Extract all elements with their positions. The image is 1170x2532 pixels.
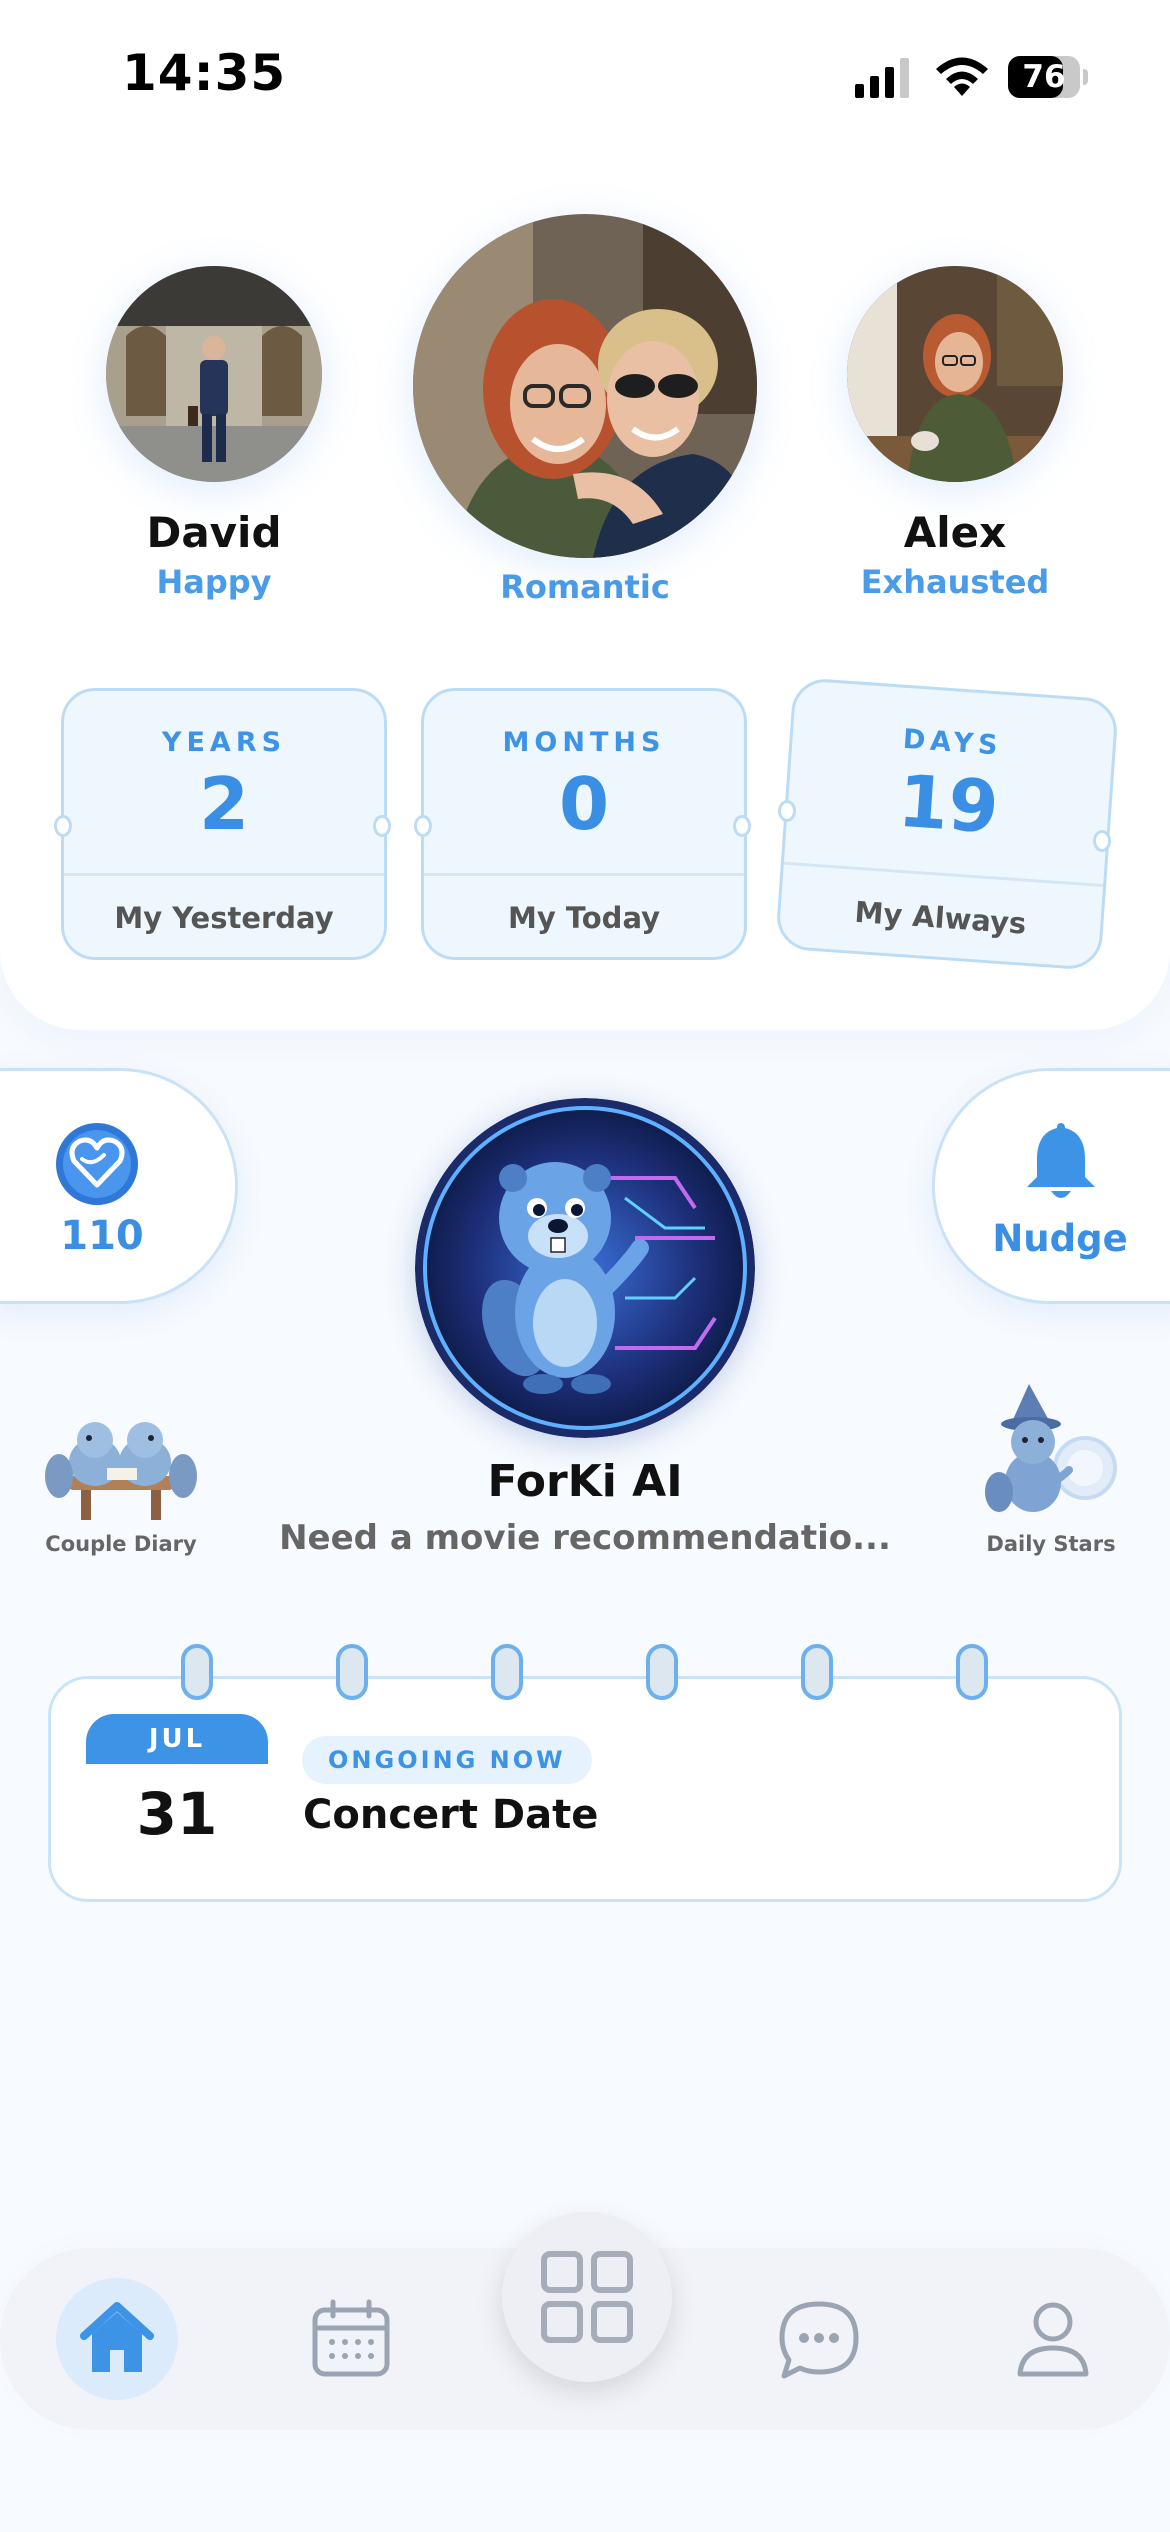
profile-name: David	[146, 508, 282, 557]
ticket-notch	[414, 815, 432, 837]
ticket-notch	[54, 815, 72, 837]
battery-icon: 76	[1008, 56, 1088, 98]
beaver-mascot-icon	[415, 1098, 755, 1438]
feature-label: Daily Stars	[986, 1532, 1116, 1556]
couple-diary-icon	[45, 1422, 197, 1520]
feature-label: Couple Diary	[45, 1532, 197, 1556]
calendar-ring	[181, 1644, 213, 1700]
counter-years[interactable]: YEARS 2 My Yesterday	[61, 688, 387, 960]
avatar[interactable]	[106, 266, 322, 482]
event-title: Concert Date	[303, 1792, 599, 1838]
tab-home[interactable]	[56, 2278, 178, 2400]
avatar-photo-icon	[847, 266, 1063, 482]
couple-diary-button[interactable]: Couple Diary	[16, 1414, 226, 1556]
nudge-button[interactable]: Nudge	[932, 1068, 1170, 1304]
ticket-notch	[373, 815, 391, 837]
counter-unit: MONTHS	[502, 727, 666, 758]
counter-months[interactable]: MONTHS 0 My Today	[421, 688, 747, 960]
ticket-notch	[778, 800, 796, 822]
profile-alex[interactable]: Alex Exhausted	[847, 266, 1063, 601]
nudge-label: Nudge	[992, 1217, 1128, 1260]
forki-ai-button[interactable]	[415, 1098, 755, 1438]
ticket-notch	[733, 815, 751, 837]
event-day: 31	[136, 1780, 218, 1848]
wizard-beaver-icon	[985, 1384, 1117, 1512]
home-icon	[80, 2302, 154, 2372]
status-bar: 14:35 76	[0, 0, 1170, 150]
calendar-ring	[801, 1644, 833, 1700]
counter-label: My Yesterday	[64, 876, 384, 957]
counter-value: 2	[198, 762, 250, 846]
profile-mood: Happy	[156, 563, 272, 601]
avatar-photo-icon	[106, 266, 322, 482]
counter-days[interactable]: DAYS 19 My Always	[774, 676, 1120, 972]
grid-icon	[541, 2251, 633, 2343]
calendar-ring	[956, 1644, 988, 1700]
counter-unit: YEARS	[161, 727, 287, 758]
tab-chat[interactable]	[758, 2278, 880, 2400]
tab-grid[interactable]	[502, 2212, 672, 2382]
profile-name: Alex	[903, 508, 1007, 557]
points-button[interactable]: 110	[0, 1068, 238, 1304]
profile-mood: Exhausted	[860, 563, 1050, 601]
tab-calendar[interactable]	[290, 2278, 412, 2400]
chat-icon	[779, 2301, 859, 2379]
profile-david[interactable]: David Happy	[106, 266, 322, 601]
counter-label: My Today	[424, 876, 744, 957]
points-value: 110	[60, 1213, 144, 1259]
daily-stars-button[interactable]: Daily Stars	[946, 1384, 1156, 1556]
counter-value: 19	[895, 758, 1002, 850]
couple-photo-icon	[413, 214, 757, 558]
avatar[interactable]	[847, 266, 1063, 482]
wifi-icon	[936, 57, 988, 96]
ticket-notch	[1093, 830, 1111, 852]
calendar-icon	[312, 2299, 390, 2377]
home-screen: 14:35 76 David Happy Romantic Alex Exhau…	[0, 0, 1170, 2532]
calendar-ring	[491, 1644, 523, 1700]
counter-value: 0	[558, 762, 610, 846]
event-status-badge: ONGOING NOW	[302, 1736, 592, 1784]
signal-icon	[855, 58, 909, 98]
tab-profile[interactable]	[992, 2278, 1114, 2400]
profile-couple[interactable]: Romantic	[413, 214, 757, 606]
event-month: JUL	[86, 1714, 268, 1764]
couple-avatar[interactable]	[413, 214, 757, 558]
heart-badge-icon	[56, 1123, 138, 1205]
profile-icon	[1017, 2302, 1089, 2377]
battery-level: 76	[1022, 59, 1066, 95]
calendar-ring	[646, 1644, 678, 1700]
calendar-ring	[336, 1644, 368, 1700]
status-time: 14:35	[122, 44, 287, 102]
event-date-badge: JUL 31	[86, 1714, 268, 1864]
bell-icon	[1027, 1123, 1095, 1198]
couple-mood: Romantic	[500, 568, 670, 606]
